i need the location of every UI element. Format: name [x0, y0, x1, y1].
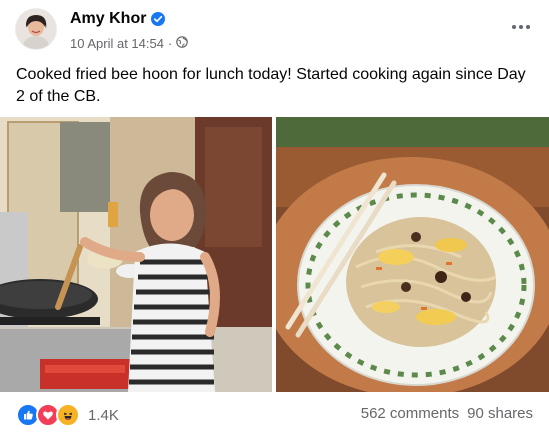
- post-timestamp[interactable]: 10 April at 14:54: [70, 36, 164, 51]
- post-footer: 1.4K 562 comments 90 shares: [0, 395, 549, 435]
- author-name[interactable]: Amy Khor: [70, 10, 146, 28]
- reaction-summary[interactable]: 1.4K: [16, 403, 119, 427]
- noodles-photo[interactable]: [276, 117, 549, 392]
- haha-icon: [56, 403, 80, 427]
- shares-count[interactable]: 90 shares: [467, 405, 533, 422]
- comments-count[interactable]: 562 comments: [361, 405, 459, 422]
- meta-separator: ·: [167, 36, 173, 51]
- photo-grid: [0, 117, 549, 392]
- avatar[interactable]: [16, 9, 56, 49]
- cooking-photo[interactable]: [0, 117, 272, 392]
- reaction-count: 1.4K: [88, 406, 119, 424]
- more-options-icon[interactable]: [505, 14, 537, 40]
- post-header: Amy Khor 10 April at 14:54 ·: [0, 0, 549, 60]
- verified-badge-icon: [151, 12, 166, 26]
- post-text: Cooked fried bee hoon for lunch today! S…: [16, 66, 526, 105]
- globe-icon: [176, 36, 189, 51]
